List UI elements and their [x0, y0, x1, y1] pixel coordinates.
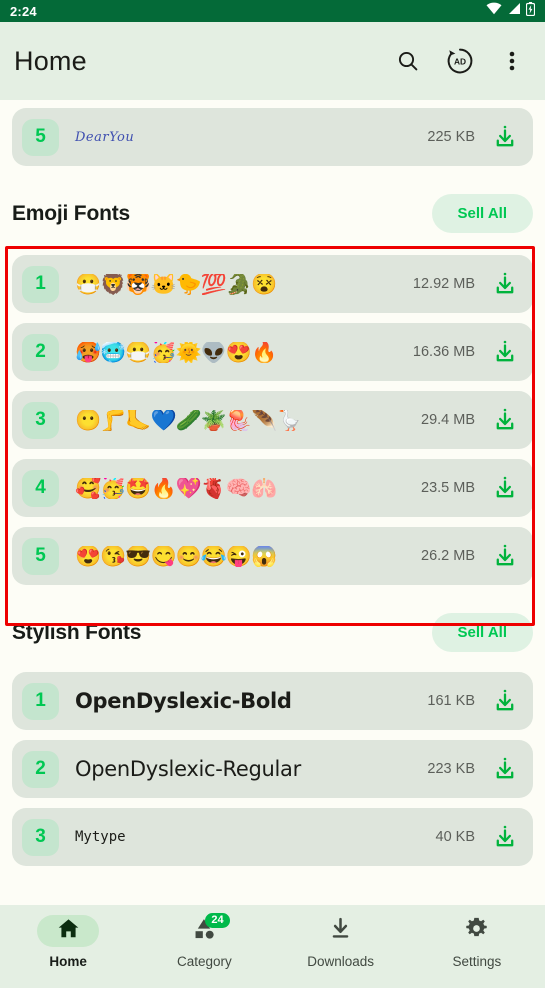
item-font-name: OpenDyslexic-Regular [75, 757, 301, 781]
item-file-size: 40 KB [435, 829, 476, 845]
download-icon[interactable] [491, 270, 519, 298]
item-index-badge: 5 [22, 118, 59, 156]
download-icon[interactable] [491, 474, 519, 502]
list-item[interactable]: 3 Mytype 40 KB [12, 808, 533, 866]
ad-icon[interactable]: AD [445, 46, 475, 76]
item-file-size: 225 KB [427, 129, 475, 145]
item-index-badge: 2 [22, 750, 59, 788]
item-file-size: 161 KB [427, 693, 475, 709]
nav-badge-category: 24 [205, 913, 230, 928]
list-item[interactable]: 4 🥰🥳🤩🔥💖🫀🧠🫁 23.5 MB [12, 459, 533, 517]
item-font-name: 😶🦵🦶💙🥒🪴🪼🪶🪿 [75, 409, 302, 431]
download-icon[interactable] [491, 755, 519, 783]
download-icon[interactable] [491, 406, 519, 434]
item-file-size: 29.4 MB [421, 412, 475, 428]
emoji-list-top-gap [0, 247, 545, 255]
bottom-navigation-bar: Home 24 Category Downloads Settings [0, 905, 545, 988]
item-index-badge: 3 [22, 818, 59, 856]
item-index-badge: 5 [22, 537, 59, 575]
content-scroll-area[interactable]: 5 DearYou 225 KB Emoji Fonts Sell All 1 … [0, 100, 545, 905]
app-bar-actions: AD [393, 46, 531, 76]
nav-item-home[interactable]: Home [0, 915, 136, 969]
list-item[interactable]: 5 😍😘😎😋😊😂😜😱 26.2 MB [12, 527, 533, 585]
item-font-name: DearYou [75, 129, 135, 145]
home-icon [56, 916, 81, 946]
sell-all-button-emoji-fonts[interactable]: Sell All [431, 194, 533, 233]
item-font-name: 🥰🥳🤩🔥💖🫀🧠🫁 [75, 477, 277, 499]
item-font-name: 😍😘😎😋😊😂😜😱 [75, 545, 277, 567]
nav-item-downloads[interactable]: Downloads [273, 915, 409, 969]
list-item[interactable]: 3 😶🦵🦶💙🥒🪴🪼🪶🪿 29.4 MB [12, 391, 533, 449]
gear-icon [464, 916, 489, 946]
item-font-name: OpenDyslexic-Bold [75, 689, 292, 713]
status-bar-icons [486, 1, 536, 21]
nav-item-settings[interactable]: Settings [409, 915, 545, 969]
nav-icon-wrap-category: 24 [173, 913, 235, 947]
nav-item-category[interactable]: 24 Category [136, 913, 272, 969]
list-item[interactable]: 1 😷🦁🐯🐱🐤💯🐊😵 12.92 MB [12, 255, 533, 313]
section-title: Emoji Fonts [12, 201, 130, 225]
item-file-size: 223 KB [427, 761, 475, 777]
nav-label-category: Category [176, 954, 232, 969]
item-file-size: 23.5 MB [421, 480, 475, 496]
download-icon[interactable] [491, 123, 519, 151]
item-index-badge: 4 [22, 469, 59, 507]
nav-label-downloads: Downloads [307, 954, 375, 969]
nav-icon-wrap-downloads [310, 915, 372, 947]
search-icon[interactable] [393, 46, 423, 76]
item-index-badge: 2 [22, 333, 59, 371]
item-font-name: 😷🦁🐯🐱🐤💯🐊😵 [75, 273, 277, 295]
list-item[interactable]: 2 🥵🥶😷🥳🌞👽😍🔥 16.36 MB [12, 323, 533, 381]
signal-icon [507, 2, 521, 20]
item-file-size: 16.36 MB [412, 344, 475, 360]
list-item[interactable]: 2 OpenDyslexic-Regular 223 KB [12, 740, 533, 798]
nav-label-settings: Settings [452, 954, 502, 969]
battery-charging-icon [525, 1, 536, 21]
status-bar-clock: 2:24 [10, 3, 37, 19]
item-index-badge: 1 [22, 265, 59, 303]
page-title: Home [14, 45, 87, 76]
nav-label-home: Home [49, 954, 87, 969]
nav-icon-wrap-home [37, 915, 100, 947]
item-font-name: 🥵🥶😷🥳🌞👽😍🔥 [75, 341, 277, 363]
app-bar: Home AD [0, 22, 545, 100]
content-top-gap [0, 100, 545, 108]
list-item[interactable]: 5 DearYou 225 KB [12, 108, 533, 166]
download-icon [328, 916, 353, 946]
status-bar: 2:24 [0, 0, 545, 22]
overflow-menu-icon[interactable] [497, 46, 527, 76]
section-header-stylish-fonts: Stylish Fonts Sell All [0, 595, 545, 666]
section-title: Stylish Fonts [12, 620, 142, 644]
download-icon[interactable] [491, 687, 519, 715]
section-header-emoji-fonts: Emoji Fonts Sell All [0, 176, 545, 247]
item-index-badge: 1 [22, 682, 59, 720]
sell-all-button-stylish-fonts[interactable]: Sell All [431, 613, 533, 652]
svg-text:AD: AD [454, 57, 466, 67]
app-root: 2:24 Home AD 5 DearYou 225 KB Emoji Font… [0, 0, 545, 988]
wifi-icon [486, 2, 502, 20]
item-file-size: 26.2 MB [421, 548, 475, 564]
download-icon[interactable] [491, 338, 519, 366]
download-icon[interactable] [491, 823, 519, 851]
download-icon[interactable] [491, 542, 519, 570]
list-item[interactable]: 1 OpenDyslexic-Bold 161 KB [12, 672, 533, 730]
item-file-size: 12.92 MB [412, 276, 475, 292]
nav-icon-wrap-settings [446, 915, 508, 947]
item-font-name: Mytype [75, 829, 126, 845]
item-index-badge: 3 [22, 401, 59, 439]
